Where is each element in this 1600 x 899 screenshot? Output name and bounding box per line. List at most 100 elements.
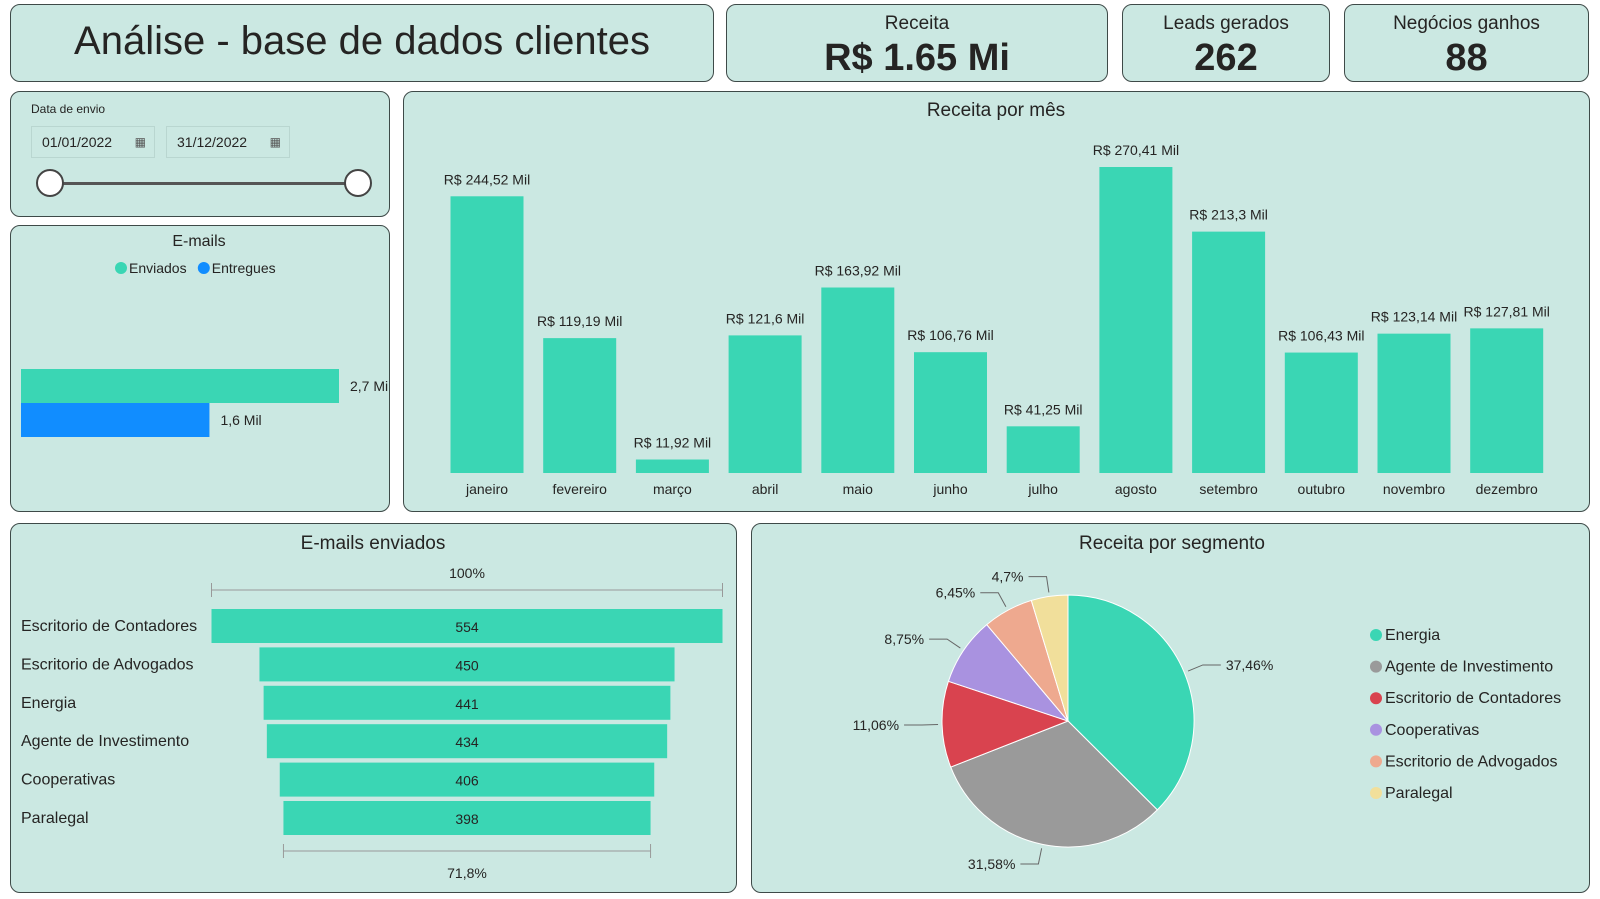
legend-label: Entregues: [212, 260, 276, 276]
bar: [1470, 328, 1544, 473]
slice-label: 8,75%: [884, 631, 924, 647]
calendar-icon[interactable]: ▦: [135, 127, 146, 157]
date-range-track[interactable]: [51, 182, 353, 185]
bar: [450, 196, 524, 473]
legend-label: Cooperativas: [1385, 722, 1479, 739]
slicer-title: Data de envio: [31, 102, 106, 116]
legend-marker: [1370, 629, 1382, 641]
legend-label: Escritorio de Contadores: [1385, 690, 1561, 707]
x-tick-label: novembro: [1383, 481, 1445, 497]
x-tick-label: junho: [932, 481, 967, 497]
chart-title: E-mails enviados: [301, 533, 446, 554]
date-range-end-handle[interactable]: [344, 169, 372, 197]
leader-line: [980, 592, 1007, 608]
legend-marker: [197, 262, 210, 274]
category-label: Cooperativas: [21, 772, 115, 789]
bar: [21, 369, 339, 403]
emails-chart: E-mails Enviados Entregues 2,7 Mil 1,6 Mil: [21, 233, 388, 437]
kpi-label: Leads gerados: [1163, 13, 1289, 34]
kpi-card-receita: Receita R$ 1.65 Mi: [726, 4, 1108, 82]
data-label: R$ 41,25 Mil: [1004, 401, 1083, 417]
legend-label: Paralegal: [1385, 785, 1453, 802]
revenue-segment-pie: Receita por segmento 37,46% 31,58% 11,06% 8…: [853, 533, 1561, 872]
data-label: R$ 11,92 Mil: [634, 435, 712, 451]
x-tick-label: maio: [843, 481, 874, 497]
bar: [1006, 426, 1080, 473]
category-label: Escritorio de Contadores: [21, 618, 197, 635]
data-label: 1,6 Mil: [220, 412, 261, 428]
start-date-value: 01/01/2022: [42, 134, 113, 150]
x-tick-label: setembro: [1199, 481, 1258, 497]
date-range-start-handle[interactable]: [36, 169, 64, 197]
category-label: Agente de Investimento: [21, 733, 189, 750]
legend-label: Escritorio de Advogados: [1385, 753, 1558, 770]
legend-marker: [1370, 660, 1382, 673]
slice-label: 6,45%: [936, 585, 976, 601]
legend-label: Energia: [1385, 627, 1440, 644]
start-date-input[interactable]: 01/01/2022 ▦: [31, 126, 155, 158]
data-label: 450: [455, 657, 479, 673]
category-label: Energia: [21, 695, 76, 712]
data-label: 554: [455, 619, 479, 635]
kpi-value: 88: [1445, 37, 1488, 79]
bar: [728, 335, 802, 473]
emails-sent-funnel: E-mails enviados 100% 554 Escritorio de Co…: [21, 533, 723, 881]
end-date-value: 31/12/2022: [177, 134, 248, 150]
kpi-card-negocios: Negócios ganhos 88: [1344, 4, 1589, 82]
legend-marker: [115, 262, 127, 274]
x-tick-label: janeiro: [465, 481, 508, 497]
funnel-top-percent: 100%: [449, 565, 485, 581]
page-title: Análise - base de dados clientes: [74, 19, 650, 63]
legend-marker: [1370, 692, 1382, 705]
legend-marker: [1370, 723, 1382, 736]
data-label: 398: [455, 811, 479, 827]
category-label: Paralegal: [21, 810, 89, 827]
data-label: R$ 163,92 Mil: [815, 263, 901, 279]
bar: [1099, 167, 1173, 473]
x-tick-label: março: [653, 481, 692, 497]
revenue-segment-panel: Receita por segmento 37,46% 31,58% 11,06% 8…: [751, 523, 1590, 893]
x-tick-label: julho: [1027, 481, 1058, 497]
data-label: R$ 119,19 Mil: [537, 313, 622, 329]
end-date-input[interactable]: 31/12/2022 ▦: [166, 126, 290, 158]
legend-marker: [1370, 755, 1382, 768]
data-label: R$ 106,43 Mil: [1278, 328, 1364, 344]
category-label: Escritorio de Advogados: [21, 656, 194, 673]
legend-label: Agente de Investimento: [1385, 659, 1553, 676]
slice-label: 31,58%: [968, 856, 1015, 872]
bar: [1284, 352, 1358, 473]
data-label: 2,7 Mil: [350, 378, 388, 394]
data-label: R$ 121,6 Mil: [726, 310, 805, 326]
data-label: R$ 213,3 Mil: [1189, 207, 1268, 223]
leader-line: [1187, 664, 1221, 672]
data-label: R$ 123,14 Mil: [1371, 309, 1457, 325]
bar: [635, 459, 709, 473]
bar: [543, 338, 617, 473]
calendar-icon[interactable]: ▦: [270, 127, 281, 157]
slice-label: 37,46%: [1226, 657, 1273, 673]
revenue-month-chart: Receita por mês R$ 244,52 Mil janeiro R$ 1…: [444, 100, 1550, 497]
x-tick-label: abril: [752, 481, 778, 497]
x-tick-label: fevereiro: [552, 481, 607, 497]
kpi-label: Receita: [884, 13, 950, 34]
kpi-value: 262: [1194, 37, 1258, 79]
leader-line: [1020, 848, 1043, 865]
bar: [821, 287, 895, 473]
data-label: R$ 106,76 Mil: [907, 327, 993, 343]
title-card: Análise - base de dados clientes: [10, 4, 714, 82]
slice-label: 4,7%: [992, 569, 1024, 585]
funnel-bottom-percent: 71,8%: [447, 865, 487, 881]
chart-title: Receita por segmento: [1079, 533, 1265, 554]
kpi-label: Negócios ganhos: [1393, 13, 1540, 34]
data-label: 406: [455, 773, 479, 789]
revenue-month-panel: Receita por mês R$ 244,52 Mil janeiro R$ 1…: [403, 91, 1590, 512]
chart-title: Receita por mês: [927, 100, 1065, 121]
chart-title: E-mails: [172, 233, 225, 250]
emails-panel: E-mails Enviados Entregues 2,7 Mil 1,6 Mil: [10, 225, 390, 512]
bar: [21, 403, 210, 437]
bar: [1192, 231, 1266, 473]
date-slicer: Data de envio 01/01/2022 ▦ 31/12/2022 ▦: [10, 91, 390, 217]
data-label: R$ 244,52 Mil: [444, 171, 530, 187]
kpi-value: R$ 1.65 Mi: [824, 37, 1010, 79]
data-label: R$ 127,81 Mil: [1464, 303, 1550, 319]
